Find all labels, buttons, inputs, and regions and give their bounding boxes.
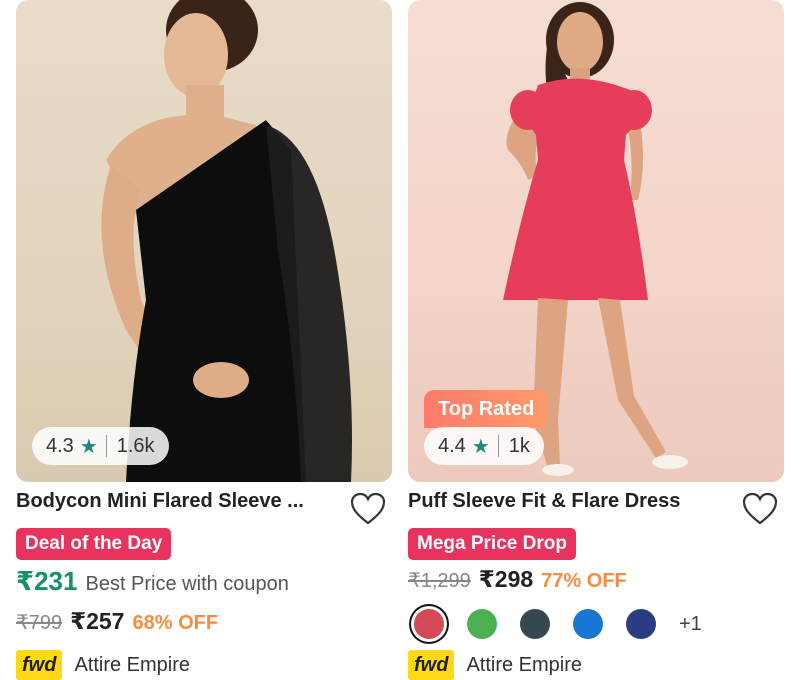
more-colors[interactable]: +1 — [679, 613, 702, 636]
rating-pill: 4.3 ★ 1.6k — [32, 427, 169, 465]
seller-row: fwd Attire Empire — [408, 650, 582, 680]
review-count: 1.6k — [116, 434, 155, 457]
model-black-dress-image — [101, 0, 352, 482]
product-title[interactable]: Bodycon Mini Flared Sleeve ... — [16, 490, 336, 513]
product-title[interactable]: Puff Sleeve Fit & Flare Dress — [408, 490, 728, 513]
top-rated-badge: Top Rated — [424, 390, 549, 428]
product-image-2[interactable]: Top Rated 4.4 ★ 1k — [408, 0, 784, 482]
star-icon: ★ — [471, 435, 490, 458]
color-swatch[interactable] — [414, 609, 444, 639]
heart-icon[interactable] — [350, 492, 386, 526]
seller-name: Attire Empire — [74, 653, 191, 676]
mrp-price: ₹799 — [16, 612, 63, 634]
sale-price: ₹257 — [70, 608, 125, 634]
color-swatches: +1 — [408, 604, 702, 644]
review-count: 1k — [508, 434, 530, 457]
product-image-1[interactable]: 4.3 ★ 1.6k — [16, 0, 392, 482]
color-swatch[interactable] — [573, 609, 603, 639]
rating-separator — [497, 435, 499, 457]
price-row: ₹799 ₹257 68% OFF — [16, 608, 218, 635]
price-row: ₹1,299 ₹298 77% OFF — [408, 566, 627, 593]
rating-value: 4.3 — [46, 434, 74, 457]
sale-price: ₹298 — [478, 566, 534, 592]
deal-badge: Deal of the Day — [16, 528, 172, 560]
color-swatch[interactable] — [520, 609, 550, 639]
color-swatch[interactable] — [626, 609, 656, 639]
coupon-price: ₹231 — [16, 566, 78, 596]
rating-separator — [105, 435, 107, 457]
mrp-price: ₹1,299 — [408, 570, 471, 592]
product-card-1[interactable]: 4.3 ★ 1.6k Bodycon Mini Flared Sleeve ..… — [16, 0, 392, 680]
rating-value: 4.4 — [438, 434, 466, 457]
product-card-2[interactable]: Top Rated 4.4 ★ 1k Puff Sleeve Fit & Fla… — [408, 0, 784, 680]
heart-icon[interactable] — [742, 492, 778, 526]
coupon-price-row: ₹231 Best Price with coupon — [16, 566, 289, 597]
seller-name: Attire Empire — [466, 653, 583, 676]
fwd-badge: fwd — [16, 650, 63, 680]
color-swatch[interactable] — [467, 609, 497, 639]
deal-badge: Mega Price Drop — [408, 528, 576, 560]
seller-row: fwd Attire Empire — [16, 650, 190, 680]
star-icon: ★ — [79, 435, 98, 458]
discount-label: 77% OFF — [541, 570, 627, 592]
coupon-text: Best Price with coupon — [85, 573, 289, 595]
rating-pill: 4.4 ★ 1k — [424, 427, 544, 465]
fwd-badge: fwd — [408, 650, 455, 680]
discount-label: 68% OFF — [132, 612, 219, 634]
